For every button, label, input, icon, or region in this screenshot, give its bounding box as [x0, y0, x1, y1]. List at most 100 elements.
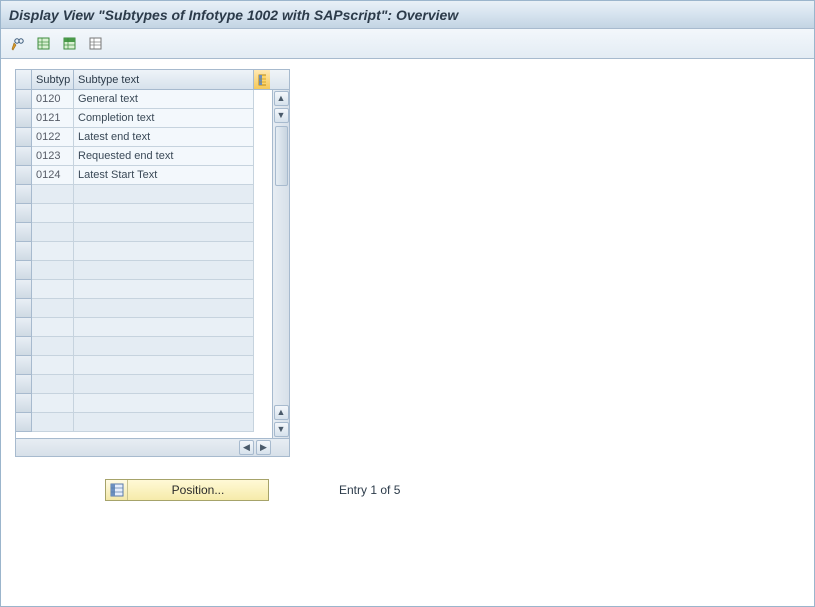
row-selector[interactable] — [16, 394, 32, 413]
cell-subtyp[interactable]: 0120 — [32, 90, 74, 109]
row-selector[interactable] — [16, 147, 32, 166]
select-block-button[interactable] — [59, 33, 81, 55]
cell-subtype-text[interactable]: Requested end text — [74, 147, 254, 166]
cell-subtyp[interactable]: 0123 — [32, 147, 74, 166]
row-selector[interactable] — [16, 223, 32, 242]
cell-subtype-text — [74, 318, 254, 337]
position-button-label: Position... — [128, 483, 268, 497]
cell-subtype-text — [74, 413, 254, 432]
table-row — [16, 318, 272, 337]
table-rows-container: 0120General text0121Completion text0122L… — [16, 90, 272, 438]
cell-subtyp[interactable]: 0121 — [32, 109, 74, 128]
row-selector[interactable] — [16, 337, 32, 356]
row-selector[interactable] — [16, 166, 32, 185]
table-config-icon — [258, 74, 266, 86]
table-row[interactable]: 0124Latest Start Text — [16, 166, 272, 185]
row-selector[interactable] — [16, 242, 32, 261]
row-selector[interactable] — [16, 261, 32, 280]
table-row[interactable]: 0122Latest end text — [16, 128, 272, 147]
table-row — [16, 204, 272, 223]
scroll-left-button[interactable]: ◀ — [239, 440, 254, 455]
row-selector[interactable] — [16, 90, 32, 109]
table-header-row: Subtyp Subtype text — [16, 70, 289, 90]
row-selector[interactable] — [16, 375, 32, 394]
cell-subtyp — [32, 242, 74, 261]
pencil-glasses-icon — [10, 36, 26, 52]
table-row — [16, 261, 272, 280]
cell-subtype-text — [74, 261, 254, 280]
table-row — [16, 337, 272, 356]
cell-subtype-text[interactable]: Latest end text — [74, 128, 254, 147]
cell-subtype-text — [74, 185, 254, 204]
position-button[interactable]: Position... — [105, 479, 269, 501]
table-row — [16, 280, 272, 299]
row-selector[interactable] — [16, 185, 32, 204]
footer-row: Position... Entry 1 of 5 — [105, 479, 800, 501]
cell-subtyp — [32, 375, 74, 394]
cell-subtyp — [32, 337, 74, 356]
table-row[interactable]: 0123Requested end text — [16, 147, 272, 166]
cell-subtyp — [32, 413, 74, 432]
row-selector[interactable] — [16, 128, 32, 147]
triangle-up-icon: ▲ — [277, 408, 286, 417]
page-title: Display View "Subtypes of Infotype 1002 … — [9, 7, 458, 23]
cell-subtype-text — [74, 280, 254, 299]
cell-subtyp[interactable]: 0124 — [32, 166, 74, 185]
row-selector[interactable] — [16, 280, 32, 299]
position-icon — [106, 480, 128, 500]
row-selector[interactable] — [16, 318, 32, 337]
scroll-right-button[interactable]: ▶ — [256, 440, 271, 455]
cell-subtype-text — [74, 242, 254, 261]
select-all-button[interactable] — [33, 33, 55, 55]
table-row[interactable]: 0120General text — [16, 90, 272, 109]
table-select-icon — [36, 36, 52, 52]
triangle-up-icon: ▲ — [277, 94, 286, 103]
cell-subtype-text[interactable]: Latest Start Text — [74, 166, 254, 185]
triangle-down-icon: ▼ — [277, 425, 286, 434]
horizontal-scrollbar[interactable]: ◀ ▶ — [16, 438, 289, 456]
row-selector[interactable] — [16, 356, 32, 375]
triangle-down-icon: ▼ — [277, 111, 286, 120]
cell-subtype-text[interactable]: General text — [74, 90, 254, 109]
table-row[interactable]: 0121Completion text — [16, 109, 272, 128]
row-selector-header[interactable] — [16, 70, 32, 89]
cell-subtype-text — [74, 299, 254, 318]
cell-subtype-text — [74, 394, 254, 413]
application-toolbar — [1, 29, 814, 59]
scroll-down-button[interactable]: ▼ — [274, 108, 289, 123]
triangle-left-icon: ◀ — [243, 443, 250, 452]
cell-subtyp — [32, 261, 74, 280]
table-block-icon — [62, 36, 78, 52]
row-selector[interactable] — [16, 299, 32, 318]
vertical-scrollbar[interactable]: ▲ ▼ ▲ ▼ — [272, 90, 289, 438]
cell-subtyp — [32, 394, 74, 413]
cell-subtyp — [32, 299, 74, 318]
entry-status-text: Entry 1 of 5 — [339, 483, 400, 497]
cell-subtyp — [32, 318, 74, 337]
cell-subtyp — [32, 204, 74, 223]
scroll-up-button[interactable]: ▲ — [274, 91, 289, 106]
toggle-change-mode-button[interactable] — [7, 33, 29, 55]
table-row — [16, 299, 272, 318]
row-selector[interactable] — [16, 204, 32, 223]
cell-subtype-text[interactable]: Completion text — [74, 109, 254, 128]
scrollbar-thumb[interactable] — [275, 126, 288, 186]
deselect-all-button[interactable] — [85, 33, 107, 55]
table-row — [16, 223, 272, 242]
table-body: 0120General text0121Completion text0122L… — [16, 90, 289, 438]
cell-subtype-text — [74, 223, 254, 242]
table-row — [16, 242, 272, 261]
column-header-subtype-text[interactable]: Subtype text — [74, 70, 254, 89]
cell-subtyp[interactable]: 0122 — [32, 128, 74, 147]
table-row — [16, 413, 272, 432]
row-selector[interactable] — [16, 109, 32, 128]
cell-subtyp — [32, 356, 74, 375]
cell-subtype-text — [74, 375, 254, 394]
table-settings-button[interactable] — [254, 70, 270, 89]
scroll-up-page-button[interactable]: ▲ — [274, 405, 289, 420]
scroll-down-page-button[interactable]: ▼ — [274, 422, 289, 437]
table-row — [16, 375, 272, 394]
column-header-subtyp[interactable]: Subtyp — [32, 70, 74, 89]
row-selector[interactable] — [16, 413, 32, 432]
cell-subtype-text — [74, 204, 254, 223]
